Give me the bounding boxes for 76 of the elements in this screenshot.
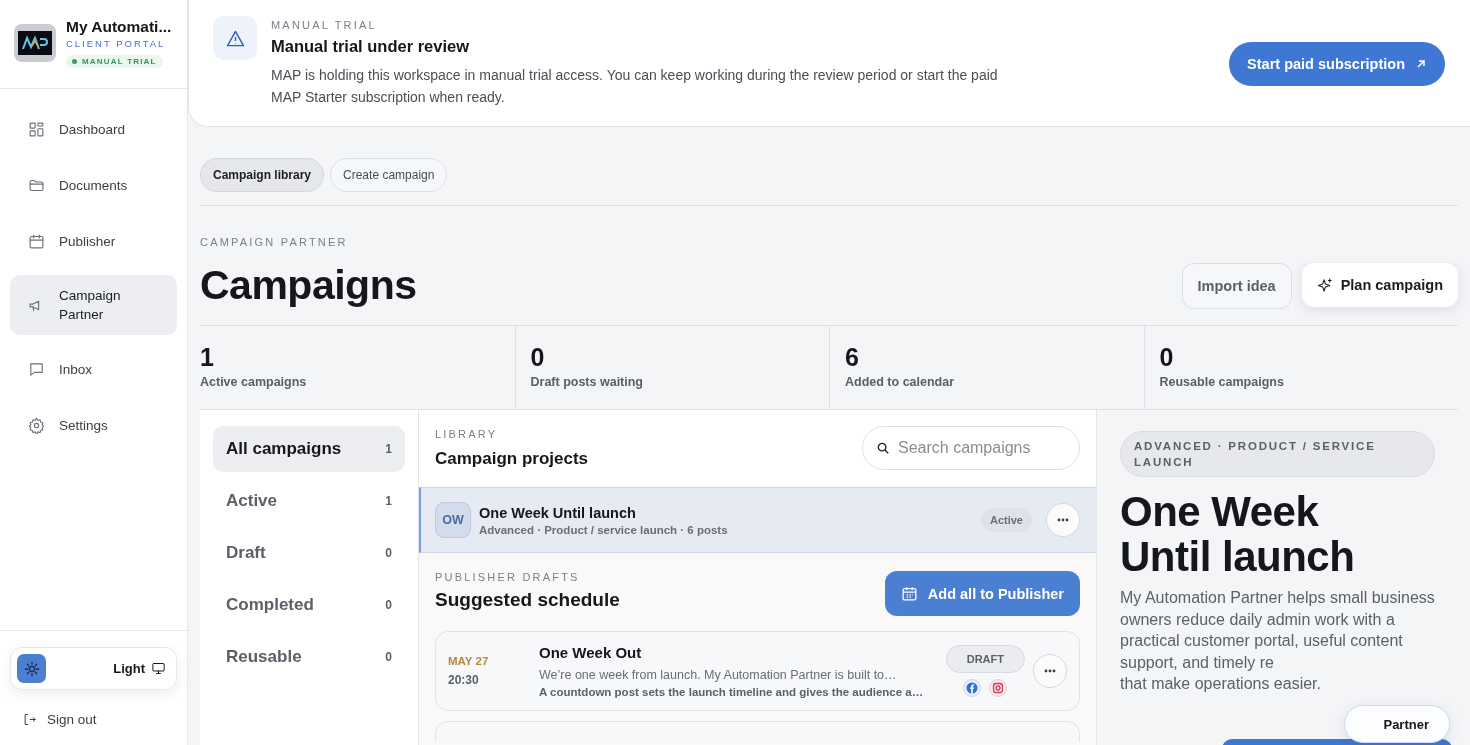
instagram-icon (989, 679, 1008, 697)
brand-logo (14, 24, 56, 62)
campaign-meta: Advanced · Product / service launch · 6 posts (479, 523, 729, 536)
sign-out-link[interactable]: Sign out (10, 690, 177, 727)
banner-eyebrow: MANUAL TRIAL (271, 19, 378, 31)
draft-note: A countdown post sets the launch timeline and gives the audience a… (539, 686, 925, 698)
campaign-row[interactable]: OW One Week Until launch Advanced · Product / service launch · 6 posts Active (419, 487, 1096, 553)
nav-item[interactable]: Settings (10, 399, 177, 451)
monitor-icon (151, 661, 166, 676)
category-tag: ADVANCED · PRODUCT / SERVICE LAUNCH (1120, 431, 1435, 477)
more-icon (1044, 669, 1056, 673)
section-eyebrow: CAMPAIGN PARTNER (200, 236, 349, 248)
search-field[interactable]: Search campaigns (862, 426, 1080, 470)
partner-button[interactable]: Partner (1344, 705, 1450, 743)
sparkle-icon (1316, 276, 1334, 294)
campaign-title: One Week Until launch (479, 504, 637, 521)
subscribe-button[interactable]: Start paid subscription (1229, 42, 1445, 86)
library-title: Campaign projects (435, 448, 589, 469)
arrow-icon (1415, 58, 1427, 70)
sign-out-icon (22, 712, 37, 727)
draft-card[interactable]: MAY 27 20:30 One Week Out We’re one week from launch. My Automation Partner is built to… A countdown post sets the launch timeline and gives the audience a… DRAFT (435, 631, 1080, 711)
nav-item[interactable]: Dashboard (10, 103, 177, 155)
draft-status-pill: DRAFT (945, 645, 1025, 673)
stat-label: Reusable campaigns (1159, 375, 1285, 389)
nav-item[interactable]: Inbox (10, 343, 177, 395)
settings-icon (28, 416, 45, 434)
grid-icon (28, 120, 45, 138)
chat-icon (28, 360, 45, 378)
tab[interactable]: Create campaign (330, 158, 448, 192)
search-icon (876, 441, 890, 455)
calendar-icon (900, 585, 918, 602)
theme-toggle[interactable]: Light (10, 647, 177, 690)
description-text: that make operations easier. (1120, 674, 1321, 694)
campaign-heading: One Week Until launch (1120, 489, 1356, 579)
nav-item[interactable]: Documents (10, 159, 177, 211)
trial-badge: MANUAL TRIAL (66, 55, 163, 68)
calendar-icon (28, 232, 45, 250)
nav-item[interactable]: Publisher (10, 215, 177, 267)
status-pill: Active (980, 508, 1032, 532)
facebook-icon (963, 679, 982, 697)
drafts-title: Suggested schedule (435, 589, 620, 611)
warning-icon (213, 16, 257, 60)
add-all-button[interactable]: Add all to Publisher (884, 571, 1080, 616)
stat-value: 0 (1159, 343, 1175, 372)
more-button[interactable] (1033, 654, 1067, 688)
filter-item[interactable]: Reusable 0 (213, 634, 405, 680)
filter-item[interactable]: Completed 0 (213, 582, 405, 628)
library-eyebrow: LIBRARY (435, 427, 499, 440)
filter-item[interactable]: Draft 0 (213, 530, 405, 576)
draft-title: One Week Out (539, 644, 643, 661)
brand-name: My Automati... (66, 18, 172, 36)
stat-label: Added to calendar (845, 375, 956, 389)
filter-item[interactable]: All campaigns 1 (213, 426, 405, 472)
banner-title: Manual trial under review (271, 37, 471, 56)
drafts-eyebrow: PUBLISHER DRAFTS (435, 571, 581, 583)
plan-campaign-button[interactable]: Plan campaign (1301, 263, 1458, 307)
more-button[interactable] (1046, 503, 1080, 537)
stat-value: 0 (530, 343, 546, 372)
tab[interactable]: Campaign library (200, 158, 325, 192)
brand-subtitle: CLIENT PORTAL (66, 38, 167, 49)
stat-label: Draft posts waiting (530, 375, 644, 389)
draft-time: 20:30 (448, 673, 480, 687)
draft-text: We’re one week from launch. My Automation Partner is built to… (539, 668, 898, 682)
stat-label: Active campaigns (200, 375, 308, 389)
stat-value: 1 (200, 343, 215, 372)
draft-card[interactable] (435, 721, 1080, 742)
import-idea-button[interactable]: Import idea (1181, 263, 1292, 309)
nav-item[interactable]: Campaign Partner (10, 275, 177, 335)
stat-value: 6 (845, 343, 860, 372)
sun-icon (17, 654, 46, 683)
page-title: Campaigns (200, 262, 417, 309)
filter-item[interactable]: Active 1 (213, 478, 405, 524)
banner-text: MAP is holding this workspace in manual trial access. You can keep working during the review period or start the paid MAP Starter subscription when ready. (271, 66, 999, 107)
initials-avatar: OW (435, 502, 471, 538)
more-icon (1057, 518, 1069, 522)
draft-date: MAY 27 (448, 655, 490, 667)
